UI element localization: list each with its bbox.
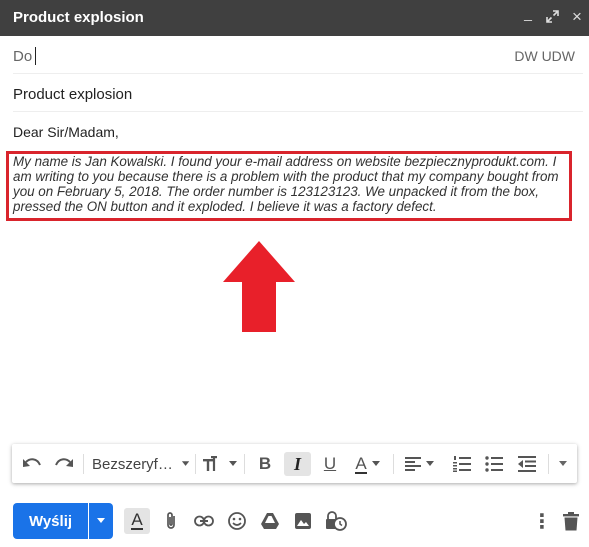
text-size-icon bbox=[202, 456, 217, 471]
photo-icon bbox=[295, 513, 311, 529]
align-left-icon bbox=[405, 457, 421, 471]
chevron-down-icon bbox=[228, 461, 237, 466]
close-icon: × bbox=[572, 7, 582, 26]
fullscreen-button[interactable] bbox=[544, 8, 560, 26]
insert-link-button[interactable] bbox=[192, 509, 216, 533]
recipients-row[interactable]: Do DW UDW bbox=[13, 37, 583, 74]
chevron-down-icon bbox=[426, 461, 434, 466]
attach-files-button[interactable] bbox=[159, 509, 183, 533]
minimize-icon: _ bbox=[524, 5, 532, 21]
align-select[interactable] bbox=[402, 452, 438, 476]
italic-icon: I bbox=[293, 453, 301, 474]
toolbar-divider bbox=[83, 454, 84, 474]
toolbar-divider bbox=[548, 454, 549, 474]
trash-icon bbox=[563, 511, 579, 530]
more-vert-icon: ⋮ bbox=[532, 510, 552, 533]
annotation-arrow-icon bbox=[223, 241, 295, 332]
compose-actions-bar: Wyślij A ⋮ bbox=[0, 500, 589, 540]
drive-icon bbox=[261, 513, 279, 529]
text-color-select[interactable]: A bbox=[350, 452, 386, 476]
indent-less-icon bbox=[518, 456, 536, 472]
formatting-options-button[interactable]: A bbox=[124, 508, 150, 534]
minimize-button[interactable]: _ bbox=[520, 5, 536, 26]
more-formatting-button[interactable] bbox=[554, 452, 572, 476]
message-body[interactable]: My name is Jan Kowalski. I found your e-… bbox=[13, 154, 569, 214]
compose-title: Product explosion bbox=[13, 9, 144, 26]
toolbar-divider bbox=[244, 454, 245, 474]
toolbar-divider bbox=[195, 454, 196, 474]
undo-icon bbox=[23, 458, 41, 467]
cc-bcc-links: DW UDW bbox=[514, 48, 575, 64]
to-label: Do bbox=[13, 48, 33, 65]
cc-link[interactable]: DW bbox=[514, 48, 537, 64]
chevron-down-icon bbox=[371, 461, 380, 466]
text-format-icon: A bbox=[131, 510, 143, 530]
emoji-icon bbox=[228, 512, 246, 530]
underline-icon: U bbox=[323, 454, 337, 473]
indent-less-button[interactable] bbox=[515, 452, 539, 476]
font-select[interactable]: Bezszeryf… bbox=[92, 452, 190, 476]
insert-drive-file-button[interactable] bbox=[258, 509, 282, 533]
italic-button[interactable]: I bbox=[284, 452, 311, 476]
undo-button[interactable] bbox=[20, 452, 44, 476]
send-label: Wyślij bbox=[28, 512, 73, 530]
chevron-down-icon bbox=[181, 461, 190, 466]
message-greeting: Dear Sir/Madam, bbox=[13, 124, 119, 140]
numbered-list-button[interactable] bbox=[450, 452, 474, 476]
close-button[interactable]: × bbox=[569, 8, 585, 26]
toolbar-divider bbox=[393, 454, 394, 474]
redo-icon bbox=[55, 458, 73, 467]
underline-button[interactable]: U bbox=[318, 452, 342, 476]
bold-button[interactable]: B bbox=[253, 452, 277, 476]
expand-icon bbox=[545, 10, 559, 23]
text-cursor bbox=[35, 47, 36, 65]
subject-value: Product explosion bbox=[13, 86, 133, 103]
bulleted-list-icon bbox=[485, 456, 503, 472]
more-options-button[interactable]: ⋮ bbox=[530, 509, 554, 533]
chevron-down-icon bbox=[559, 461, 567, 466]
formatting-toolbar: Bezszeryf… B I U A bbox=[12, 444, 577, 483]
subject-field[interactable]: Product explosion bbox=[13, 74, 583, 112]
send-button[interactable]: Wyślij bbox=[13, 503, 88, 539]
discard-draft-button[interactable] bbox=[559, 509, 583, 533]
link-icon bbox=[194, 515, 214, 527]
bulleted-list-button[interactable] bbox=[482, 452, 506, 476]
lock-clock-icon bbox=[326, 511, 347, 531]
confidential-mode-button[interactable] bbox=[324, 509, 348, 533]
numbered-list-icon bbox=[453, 456, 471, 472]
insert-photo-button[interactable] bbox=[291, 509, 315, 533]
font-size-select[interactable] bbox=[202, 452, 238, 476]
font-name: Bezszeryf… bbox=[92, 455, 173, 473]
paperclip-icon bbox=[167, 512, 175, 529]
redo-button[interactable] bbox=[52, 452, 76, 476]
bcc-link[interactable]: UDW bbox=[542, 48, 575, 64]
text-color-icon: A bbox=[355, 453, 367, 474]
send-options-button[interactable] bbox=[89, 503, 113, 539]
bold-icon: B bbox=[258, 454, 272, 473]
insert-emoji-button[interactable] bbox=[225, 509, 249, 533]
compose-titlebar: Product explosion _ × bbox=[0, 0, 589, 36]
chevron-down-icon bbox=[97, 518, 105, 523]
